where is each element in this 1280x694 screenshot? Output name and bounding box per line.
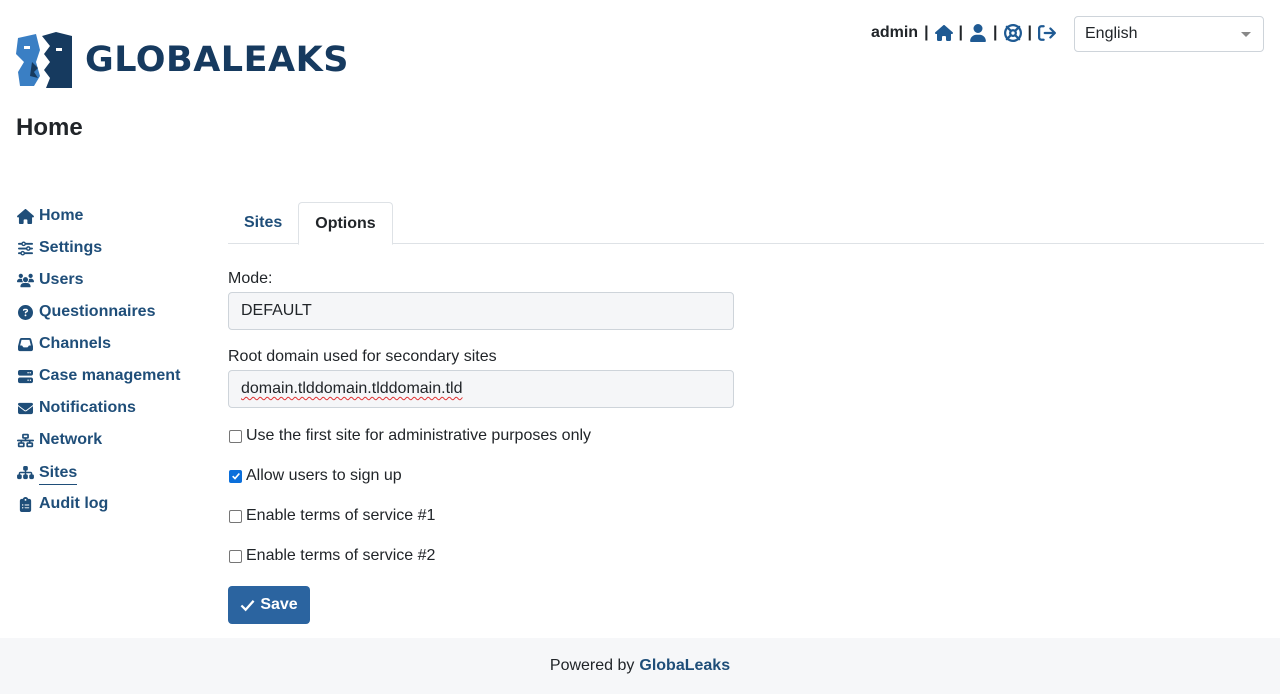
footer: Powered by GlobaLeaks (0, 638, 1280, 694)
options-form: Mode: DEFAULT Root domain used for secon… (228, 270, 1264, 624)
globaleaks-logo-icon (16, 32, 72, 88)
admin-site-checkbox[interactable] (229, 429, 242, 443)
sidebar-item-case-management[interactable]: Case management (16, 360, 206, 392)
home-icon[interactable] (934, 24, 953, 42)
sidebar-item-users[interactable]: Users (16, 264, 206, 296)
tab-options[interactable]: Options (298, 202, 393, 245)
sidebar-item-label: Settings (39, 239, 103, 256)
inbox-icon (16, 336, 34, 352)
mode-label: Mode: (228, 270, 273, 287)
sidebar-item-sites[interactable]: Sites (16, 456, 206, 488)
sign-out-icon[interactable] (1038, 24, 1056, 42)
sidebar-item-label: Audit log (39, 495, 109, 512)
checkbox-row-tos2: Enable terms of service #2 (228, 546, 1264, 566)
user-icon[interactable] (969, 24, 987, 42)
tabs: Sites Options (228, 202, 1264, 245)
checkbox-row-tos1: Enable terms of service #1 (228, 506, 1264, 526)
sidebar-item-audit-log[interactable]: Audit log (16, 488, 206, 520)
mode-value: DEFAULT (241, 302, 312, 319)
page-title: Home (16, 114, 83, 141)
check-icon (240, 599, 255, 611)
separator: | (958, 24, 964, 41)
mode-select[interactable]: DEFAULT (228, 292, 734, 330)
sidebar-item-notifications[interactable]: Notifications (16, 392, 206, 424)
envelope-icon (16, 400, 34, 416)
save-label: Save (260, 596, 298, 613)
clipboard-icon (16, 496, 34, 512)
sidebar-item-label: Sites (39, 464, 78, 485)
user-links: admin | | | | (871, 24, 1056, 42)
checkbox-label: Use the first site for administrative pu… (246, 427, 592, 444)
sidebar-item-label: Notifications (39, 399, 136, 416)
footer-prefix: Powered by (549, 657, 635, 674)
sidebar-item-label: Network (39, 431, 103, 448)
separator: | (1027, 24, 1032, 41)
checkbox-label: Enable terms of service #1 (246, 507, 436, 524)
main-content: Sites Options Mode: DEFAULT Root domain … (228, 202, 1264, 624)
sidebar-item-label: Home (39, 207, 84, 224)
chevron-down-icon (1241, 31, 1251, 37)
sidebar-item-label: Case management (39, 367, 181, 384)
users-icon (16, 272, 34, 288)
sidebar-item-channels[interactable]: Channels (16, 328, 206, 360)
save-button[interactable]: Save (228, 586, 310, 624)
network-icon (16, 432, 34, 448)
checkbox-label: Allow users to sign up (246, 467, 402, 484)
footer-brand-link[interactable]: GlobaLeaks (639, 657, 730, 675)
sitemap-icon (16, 464, 34, 480)
check-icon (231, 472, 240, 480)
root-domain-value: domain.tlddomain.tlddomain.tld (241, 380, 463, 397)
root-domain-label: Root domain used for secondary sites (228, 348, 497, 365)
tos2-checkbox[interactable] (229, 549, 242, 563)
checkbox-row-signup: Allow users to sign up (228, 466, 1264, 486)
globaleaks-logo[interactable]: GLOBALEAKS (16, 32, 349, 88)
sidebar-item-settings[interactable]: Settings (16, 232, 206, 264)
language-select-value: English (1085, 25, 1138, 42)
question-circle-icon (16, 304, 34, 320)
sidebar-item-label: Questionnaires (39, 303, 156, 320)
signup-checkbox[interactable] (229, 469, 242, 483)
lifebuoy-icon[interactable] (1003, 24, 1022, 42)
separator: | (924, 24, 929, 41)
home-icon (16, 208, 34, 224)
checkbox-row-admin-site: Use the first site for administrative pu… (228, 426, 1264, 446)
sidebar-item-label: Channels (39, 335, 112, 352)
checkbox-label: Enable terms of service #2 (246, 547, 436, 564)
top-bar: admin | | | | English (871, 16, 1264, 52)
sidebar-item-label: Users (39, 271, 84, 288)
sidebar-item-network[interactable]: Network (16, 424, 206, 456)
root-domain-input[interactable]: domain.tlddomain.tlddomain.tld (228, 370, 734, 408)
logo-text: GLOBALEAKS (85, 40, 349, 80)
server-icon (16, 368, 34, 384)
sidebar-item-home[interactable]: Home (16, 200, 206, 232)
sliders-icon (16, 240, 34, 256)
username: admin (870, 24, 919, 41)
separator: | (993, 24, 998, 41)
sidebar-item-questionnaires[interactable]: Questionnaires (16, 296, 206, 328)
tos1-checkbox[interactable] (229, 509, 242, 523)
sidebar: Home Settings Users Questionnaires Chann… (16, 200, 206, 520)
language-select[interactable]: English (1074, 16, 1264, 52)
tab-sites[interactable]: Sites (228, 202, 298, 244)
